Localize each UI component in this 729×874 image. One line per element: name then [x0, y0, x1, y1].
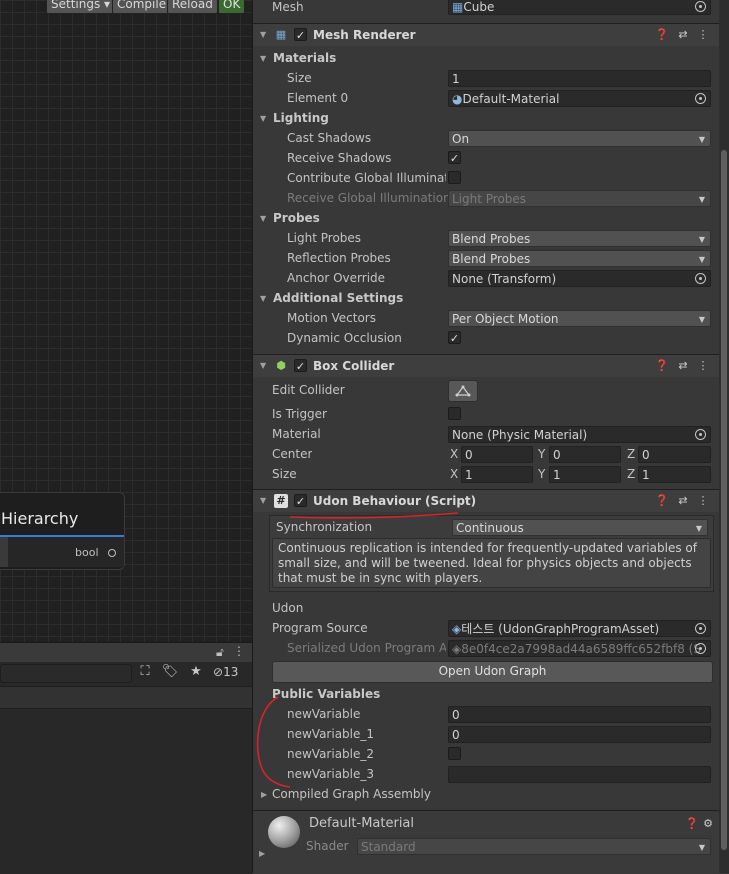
material-name: Default-Material	[309, 816, 415, 831]
shader-dropdown[interactable]: Standard ▼	[357, 838, 711, 855]
expand-arrow-icon[interactable]: ▶	[259, 849, 265, 858]
underline-annotation	[289, 512, 459, 519]
help-icon[interactable]: ❓	[685, 817, 699, 831]
material-sphere-preview	[268, 816, 300, 848]
bracket-annotation	[256, 696, 291, 788]
chevron-down-icon: ▼	[698, 843, 705, 852]
shader-value: Standard	[361, 840, 416, 854]
annotation-overlay	[256, 512, 459, 788]
shader-label: Shader	[306, 839, 349, 853]
gear-icon[interactable]: ⚙	[701, 817, 715, 831]
